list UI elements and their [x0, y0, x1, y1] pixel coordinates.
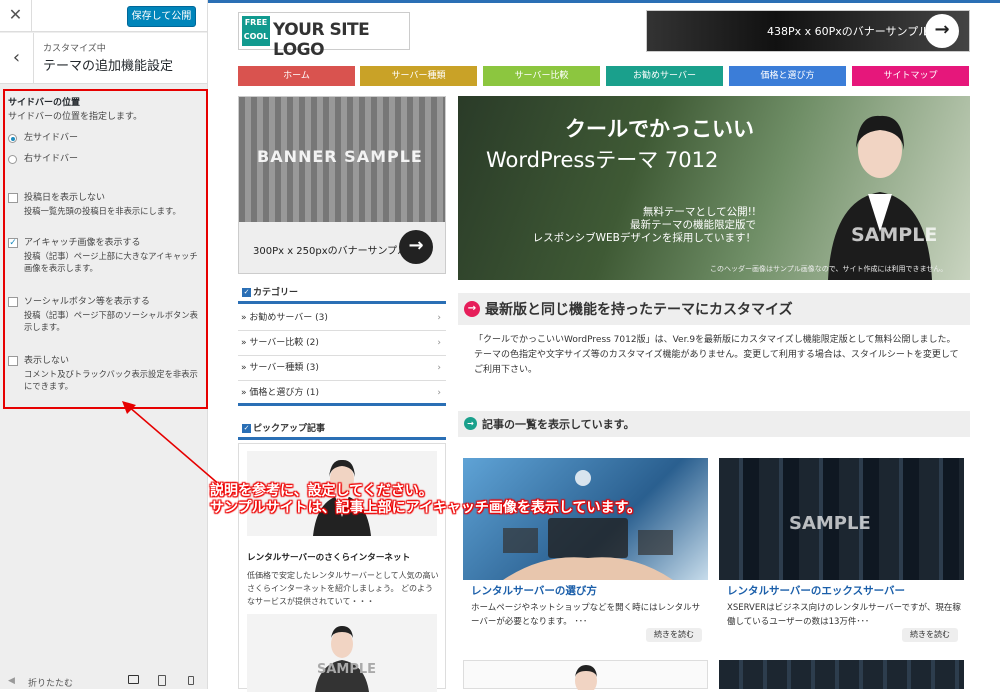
intro-text: 「クールでかっこいいWordPress 7012版」は、Ver.9を最新版にカス…: [474, 333, 964, 378]
collapse-icon[interactable]: ◀: [8, 676, 15, 686]
banner-sample-text: BANNER SAMPLE: [257, 147, 423, 166]
article-card-partial[interactable]: [463, 660, 708, 694]
category-label: お勧めサーバー (3): [249, 313, 328, 323]
check-icon: ✓: [242, 288, 251, 297]
nav-recommended[interactable]: お勧めサーバー: [606, 66, 723, 86]
hero-title-2: WordPressテーマ 7012: [486, 148, 719, 172]
article-thumbnail: [463, 458, 708, 580]
hero-text: 無料テーマとして公開!! 最新テーマの機能限定版で レスポンシブWEBデザインを…: [528, 206, 756, 245]
article-card-partial[interactable]: [719, 660, 964, 689]
sample-watermark: SAMPLE: [317, 662, 377, 677]
article-title[interactable]: レンタルサーバーの選び方: [471, 583, 597, 598]
nav-sitemap[interactable]: サイトマップ: [852, 66, 969, 86]
article-desc: ホームページやネットショップなどを開く時にはレンタルサーバーが必要となります。 …: [471, 603, 701, 627]
sample-watermark: SAMPLE: [789, 513, 871, 534]
header-banner[interactable]: 438Px x 60Pxのバナーサンプル →: [646, 10, 970, 52]
site-logo[interactable]: FREE COOL YOUR SITE LOGO: [238, 12, 410, 60]
sidebar-banner-label: 300Px x 250pxのバナーサンプル: [253, 246, 408, 257]
chevron-right-icon: ›: [437, 313, 441, 323]
category-label: サーバー比較 (2): [249, 338, 319, 348]
annotation-line-2: サンプルサイトは、記事上部にアイキャッチ画像を表示しています。: [210, 500, 642, 516]
category-item[interactable]: » 価格と選び方 (1) ›: [238, 381, 446, 406]
hero-text-3: レスポンシブWEBデザインを採用しています！: [532, 232, 756, 244]
sub-heading-text: 記事の一覧を表示しています。: [482, 418, 635, 431]
main-heading-text: 最新版と同じ機能を持ったテーマにカスタマイズ: [485, 302, 793, 318]
hands-devices-illustration: [503, 470, 673, 580]
pickup-title-text: ピックアップ記事: [253, 424, 326, 434]
article-desc: XSERVERはビジネス向けのレンタルサーバーですが、現在稼働しているユーザーの…: [727, 603, 961, 627]
category-label: 価格と選び方 (1): [249, 388, 319, 398]
arrow-right-icon: →: [464, 417, 477, 430]
customizing-label: カスタマイズ中: [43, 44, 106, 54]
nav-server-types[interactable]: サーバー種類: [360, 66, 477, 86]
arrow-right-icon: →: [925, 14, 959, 48]
category-item[interactable]: » サーバー比較 (2) ›: [238, 331, 446, 356]
customizer-topbar: ✕ 保存して公開: [0, 0, 207, 32]
hero-note: このヘッダー画像はサンプル画像なので、サイト作成には利用できません。: [710, 265, 948, 273]
sub-heading: → 記事の一覧を表示しています。: [458, 411, 970, 437]
person-illustration: [315, 626, 369, 692]
header-banner-label: 438Px x 60Pxのバナーサンプル: [767, 25, 930, 38]
pickup-article[interactable]: レンタルサーバーのさくらインターネット 低価格で安定したレンタルサーバーとして人…: [238, 443, 446, 692]
category-item[interactable]: » お勧めサーバー (3) ›: [238, 306, 446, 331]
intro-paragraph: 「クールでかっこいいWordPress 7012版」は、Ver.9を最新版にカス…: [474, 335, 959, 375]
hero-text-1: 無料テーマとして公開!!: [642, 206, 756, 218]
read-more-button[interactable]: 続きを読む: [646, 628, 702, 642]
arrow-right-icon: →: [464, 301, 480, 317]
hero-image: クールでかっこいい WordPressテーマ 7012 無料テーマとして公開!!…: [458, 96, 970, 280]
arrow-right-icon: →: [399, 230, 433, 264]
nav-home[interactable]: ホーム: [238, 66, 355, 86]
article-card[interactable]: SAMPLE レンタルサーバーのエックスサーバー XSERVERはビジネス向けの…: [719, 458, 964, 648]
annotation-line-1: 説明を参考に、設定してください。: [210, 483, 433, 499]
chevron-right-icon: ›: [437, 363, 441, 373]
logo-badge-line2: COOL: [243, 32, 269, 41]
mobile-preview-icon[interactable]: [188, 676, 194, 685]
tablet-preview-icon[interactable]: [158, 675, 166, 686]
category-widget-title: ✓ カテゴリー: [238, 284, 446, 304]
category-item[interactable]: » サーバー種類 (3) ›: [238, 356, 446, 381]
sidebar-banner[interactable]: BANNER SAMPLE 300Px x 250pxのバナーサンプル →: [238, 96, 446, 274]
nav-pricing[interactable]: 価格と選び方: [729, 66, 846, 86]
annotation-text: 説明を参考に、設定してください。 サンプルサイトは、記事上部にアイキャッチ画像を…: [210, 483, 641, 517]
main-heading: → 最新版と同じ機能を持ったテーマにカスタマイズ: [458, 293, 970, 325]
customizer-section-header: ‹ カスタマイズ中 テーマの追加機能設定: [0, 33, 207, 84]
category-label: サーバー種類 (3): [249, 363, 319, 373]
highlight-box: [3, 89, 208, 409]
close-icon[interactable]: ✕: [0, 0, 32, 32]
pickup-widget-title: ✓ ピックアップ記事: [238, 420, 446, 440]
section-title: テーマの追加機能設定: [43, 59, 174, 74]
article-title[interactable]: レンタルサーバーのエックスサーバー: [727, 583, 905, 598]
nav-server-compare[interactable]: サーバー比較: [483, 66, 600, 86]
person-illustration: [828, 115, 932, 280]
logo-text: YOUR SITE LOGO: [273, 20, 370, 60]
logo-badge: FREE COOL: [242, 16, 270, 46]
chevron-right-icon: ›: [437, 338, 441, 348]
category-title-text: カテゴリー: [253, 288, 299, 298]
pickup-item-title: レンタルサーバーのさくらインターネット: [247, 553, 411, 563]
collapse-label[interactable]: 折りたたむ: [28, 676, 73, 689]
customizer-footer: ◀ 折りたたむ: [0, 674, 207, 689]
chevron-right-icon: ›: [437, 388, 441, 398]
pickup-image-2: SAMPLE: [247, 614, 437, 692]
desktop-preview-icon[interactable]: [128, 675, 139, 684]
check-icon: ✓: [242, 424, 251, 433]
pickup-item-desc: 低価格で安定したレンタルサーバーとして人気の高いさくらインターネットを紹介しまし…: [247, 571, 439, 606]
logo-badge-line1: FREE: [244, 18, 268, 27]
save-publish-button[interactable]: 保存して公開: [127, 6, 196, 27]
hero-text-2: 最新テーマの機能限定版で: [630, 219, 756, 231]
hero-sample-watermark: SAMPLE: [851, 224, 938, 246]
article-thumbnail: SAMPLE: [719, 458, 964, 580]
person-illustration: [575, 665, 597, 694]
hero-title-1: クールでかっこいい: [565, 117, 754, 141]
read-more-button[interactable]: 続きを読む: [902, 628, 958, 642]
back-chevron-icon[interactable]: ‹: [0, 33, 34, 83]
